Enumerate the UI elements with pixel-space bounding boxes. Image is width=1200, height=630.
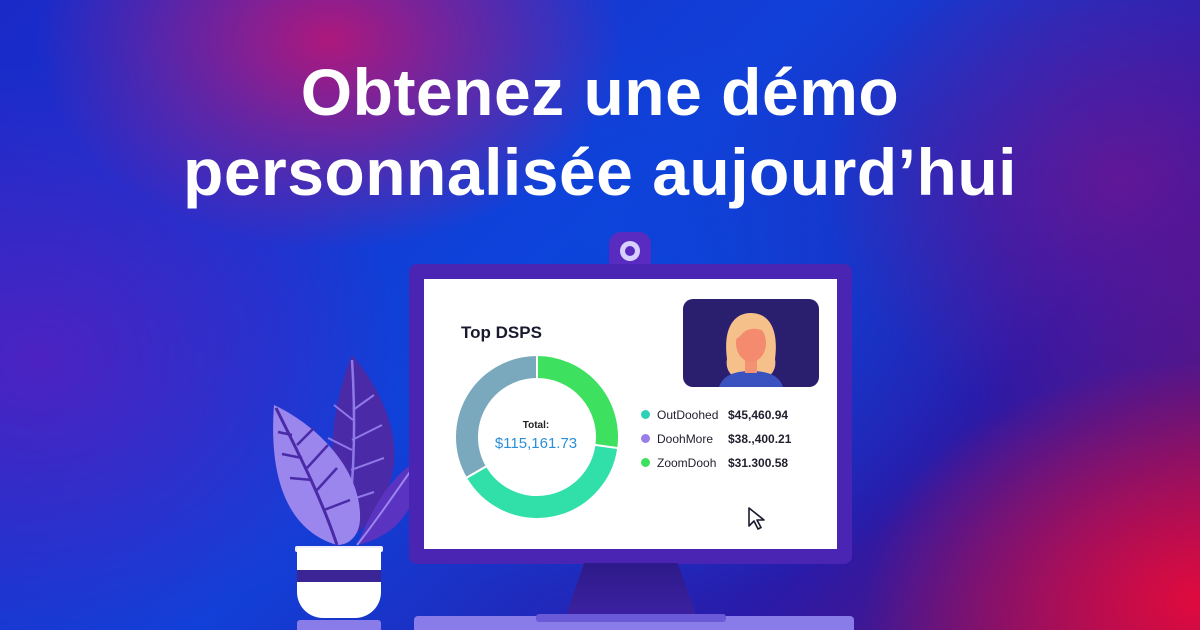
- webcam-lens: [620, 241, 640, 261]
- total-value: $115,161.73: [494, 435, 578, 452]
- cursor-arrow-icon: [748, 507, 765, 530]
- headline: Obtenez une démo personnalisée aujourd’h…: [0, 52, 1200, 212]
- plant-icon: [273, 355, 418, 546]
- chart-legend: OutDoohed $45,460.94 DoohMore $38.,400.2…: [640, 404, 830, 476]
- video-call-tile: [683, 299, 819, 387]
- plant-base: [297, 620, 381, 630]
- legend-item: DoohMore $38.,400.21: [640, 428, 830, 452]
- total-label: Total:: [522, 420, 550, 431]
- legend-dot: [641, 410, 650, 419]
- legend-value: $38.,400.21: [728, 432, 792, 446]
- person-avatar-icon: [719, 313, 783, 387]
- headline-line-1: Obtenez une démo: [300, 55, 900, 129]
- legend-name: DoohMore: [657, 432, 714, 446]
- headline-line-2: personnalisée aujourd’hui: [183, 135, 1017, 209]
- legend-name: OutDoohed: [657, 408, 719, 422]
- legend-name: ZoomDooh: [657, 456, 717, 470]
- legend-dot: [641, 434, 650, 443]
- monitor-stand: [566, 563, 696, 615]
- legend-dot: [641, 458, 650, 467]
- legend-item: OutDoohed $45,460.94: [640, 404, 830, 428]
- plant-pot: [297, 548, 381, 618]
- chart-title: Top DSPS: [461, 323, 542, 342]
- pot-band: [297, 570, 381, 582]
- donut-slice-outdoohed: [464, 443, 620, 520]
- desk-highlight: [536, 614, 726, 622]
- legend-item: ZoomDooh $31.300.58: [640, 452, 830, 476]
- donut-slice-doohmore: [454, 353, 538, 480]
- legend-value: $45,460.94: [728, 408, 789, 422]
- legend-value: $31.300.58: [728, 456, 789, 470]
